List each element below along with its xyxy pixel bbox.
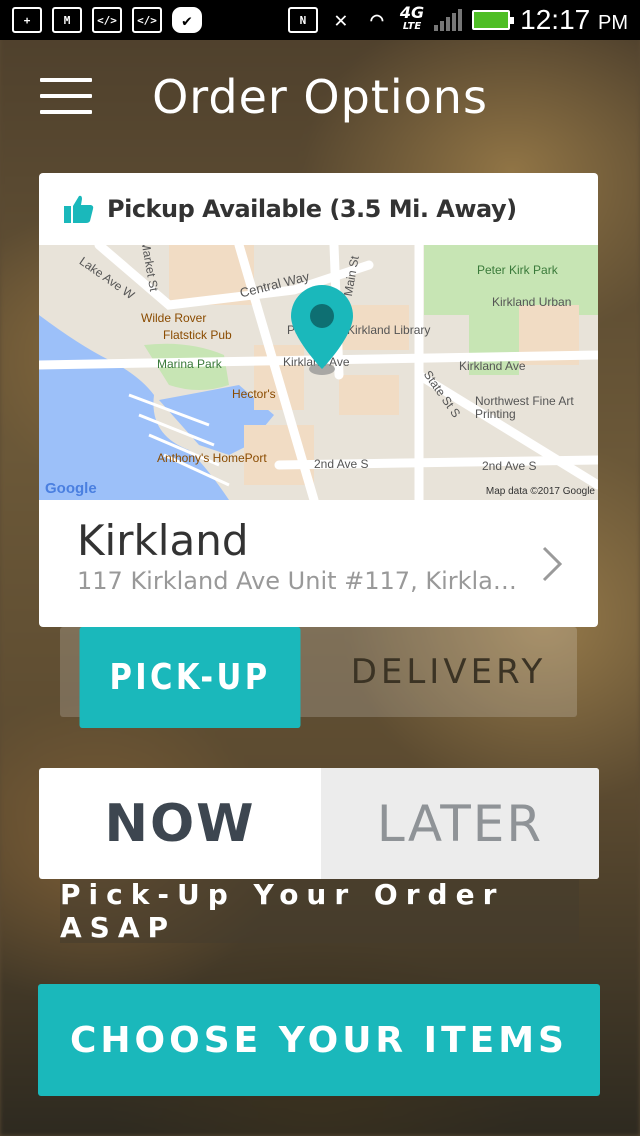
code-icon: </> — [132, 7, 162, 33]
vibrate-off-icon: ✕ — [334, 7, 348, 33]
page-title: Order Options — [152, 70, 488, 124]
map-label-peter-kirk-park: Peter Kirk Park — [477, 263, 558, 277]
location-pin-icon — [291, 285, 353, 375]
status-time-ampm: PM — [598, 12, 628, 34]
map-credit: Map data ©2017 Google — [485, 486, 595, 497]
timing-note: Pick-Up Your Order ASAP — [60, 878, 579, 944]
chevron-right-icon — [542, 546, 563, 582]
status-time-value: 12:17 — [520, 4, 591, 35]
network-type-icon: 4G LTE — [399, 3, 425, 34]
store-location-row[interactable]: Kirkland 117 Kirkland Ave Unit #117, Kir… — [39, 500, 598, 627]
status-bar-notifications: + M </> </> ✔ — [12, 7, 202, 33]
delivery-option-button[interactable]: DELIVERY — [320, 627, 577, 717]
fulfillment-toggle: DELIVERY PICK-UP — [60, 627, 577, 728]
wifi-icon: ◠ — [370, 7, 384, 33]
map-label-flatstick-pub: Flatstick Pub — [163, 328, 232, 342]
later-option-button[interactable]: LATER — [321, 768, 599, 879]
nfc-icon: N — [287, 7, 318, 33]
network-type-label: 4G — [399, 3, 425, 22]
choose-items-button[interactable]: CHOOSE YOUR ITEMS — [38, 984, 600, 1096]
map-label-kirkland-urban: Kirkland Urban — [492, 295, 572, 309]
map-label-kirkland-ave-east: Kirkland Ave — [459, 359, 526, 373]
status-bar: + M </> </> ✔ N ✕ ◠ 4G LTE 12:17 PM — [0, 0, 640, 40]
gmail-icon: M — [52, 7, 82, 33]
map-label-marina-park: Marina Park — [157, 357, 222, 371]
app-header: Order Options — [0, 40, 640, 152]
map-label-northwest-fine-art: Northwest Fine Art Printing — [475, 394, 574, 421]
google-logo: Google — [45, 480, 97, 497]
map-label-2nd-ave: 2nd Ave S — [314, 457, 369, 471]
checkmark-app-icon: ✔ — [172, 7, 202, 33]
status-time: 12:17 PM — [520, 4, 628, 36]
store-address: 117 Kirkland Ave Unit #117, Kirkland... — [77, 567, 517, 595]
status-bar-system: N ✕ ◠ 4G LTE 12:17 PM — [287, 3, 628, 36]
battery-charging-icon — [472, 10, 515, 30]
pickup-availability-row: Pickup Available (3.5 Mi. Away) — [39, 173, 598, 245]
now-option-button[interactable]: NOW — [39, 768, 321, 879]
pickup-availability-text: Pickup Available (3.5 Mi. Away) — [107, 195, 517, 223]
store-card: Pickup Available (3.5 Mi. Away) Lake Ave… — [39, 173, 598, 627]
map-label-wilde-rover: Wilde Rover — [141, 311, 207, 325]
thumbs-up-icon — [64, 195, 94, 223]
timing-toggle: NOW LATER — [39, 768, 599, 879]
map-label-hectors: Hector's — [232, 387, 276, 401]
store-name: Kirkland — [77, 516, 249, 565]
map-label-anthonys: Anthony's HomePort — [157, 451, 267, 465]
signal-strength-icon — [434, 9, 463, 31]
store-map[interactable]: Lake Ave W Market St Central Way Main St… — [39, 245, 598, 500]
map-label-2nd-ave-east: 2nd Ave S — [482, 459, 537, 473]
code-icon: </> — [92, 7, 122, 33]
google-logo-text: Google — [45, 480, 97, 497]
network-sub-label: LTE — [402, 21, 422, 32]
map-label-kirkland-library: Kirkland Library — [347, 323, 431, 337]
message-plus-icon: + — [12, 7, 42, 33]
pickup-option-button[interactable]: PICK-UP — [79, 627, 301, 728]
